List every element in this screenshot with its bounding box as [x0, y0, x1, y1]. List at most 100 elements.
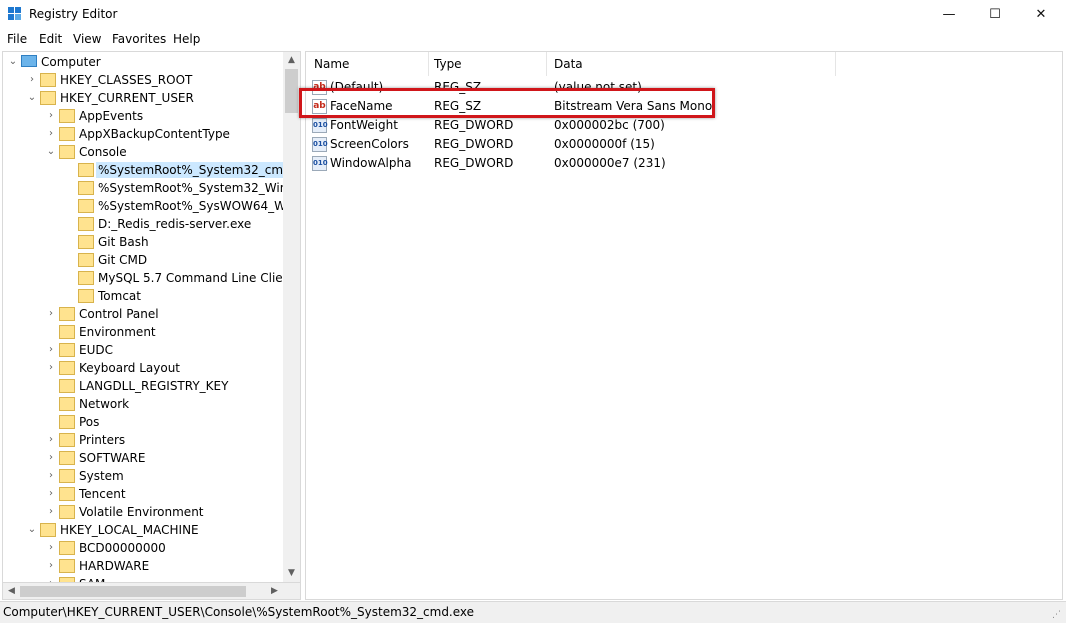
tree-node[interactable]: MySQL 5.7 Command Line Client - Unicode — [3, 269, 300, 287]
key-tree[interactable]: ⌄ Computer › HKEY_CLASSES_ROOT ⌄ HKEY_CURRENT… — [2, 51, 301, 583]
value-row[interactable]: 010 FontWeight REG_DWORD 0x000002bc (700) — [312, 116, 1052, 135]
dword-value-icon: 010 — [312, 118, 328, 133]
tree-node[interactable]: Network — [3, 395, 283, 413]
tree-node[interactable]: › Printers — [3, 431, 283, 449]
tree-node-label: EUDC — [79, 343, 113, 357]
folder-icon — [78, 289, 94, 303]
chevron-down-icon[interactable]: ⌄ — [7, 54, 19, 70]
tree-node[interactable]: › HKEY_CLASSES_ROOT — [3, 71, 283, 89]
tree-node-label: HKEY_CLASSES_ROOT — [60, 73, 193, 87]
folder-icon — [59, 541, 75, 555]
chevron-right-icon[interactable]: › — [45, 432, 57, 448]
chevron-right-icon[interactable]: › — [45, 306, 57, 322]
chevron-right-icon[interactable]: › — [45, 342, 57, 358]
tree-node-label: Keyboard Layout — [79, 361, 181, 375]
tree-node-label: AppEvents — [79, 109, 144, 123]
menu-edit[interactable]: Edit — [39, 32, 62, 46]
folder-icon — [78, 181, 94, 195]
scroll-left-arrow-icon[interactable]: ◀ — [3, 583, 20, 600]
tree-node[interactable]: ⌄ HKEY_CURRENT_USER — [3, 89, 283, 107]
tree-node-label: Tomcat — [98, 289, 141, 303]
close-button[interactable]: ✕ — [1018, 0, 1064, 30]
scroll-down-arrow-icon[interactable]: ▼ — [283, 565, 300, 582]
tree-node[interactable]: › BCD00000000 — [3, 539, 283, 557]
value-name: FontWeight — [330, 118, 398, 132]
tree-node-label: %SystemRoot%_SysWOW64_WindowsPowerShell — [98, 199, 300, 213]
dword-value-icon: 010 — [312, 137, 328, 152]
minimize-button[interactable]: — — [926, 0, 972, 30]
chevron-down-icon[interactable]: ⌄ — [26, 90, 38, 106]
folder-icon — [59, 307, 75, 321]
tree-node-label: Git Bash — [98, 235, 149, 249]
tree-node[interactable]: D:_Redis_redis-server.exe — [3, 215, 283, 233]
folder-icon — [59, 325, 75, 339]
menu-help[interactable]: Help — [173, 32, 200, 46]
tree-node[interactable]: › Keyboard Layout — [3, 359, 283, 377]
chevron-right-icon[interactable]: › — [45, 108, 57, 124]
chevron-right-icon[interactable]: › — [45, 504, 57, 520]
tree-node[interactable]: ⌄ Computer — [3, 53, 283, 71]
folder-icon — [78, 271, 94, 285]
tree-node[interactable]: › EUDC — [3, 341, 283, 359]
tree-node[interactable]: %SystemRoot%_SysWOW64_WindowsPowerShell — [3, 197, 300, 215]
tree-node[interactable]: %SystemRoot%_System32_WindowsPowerShell — [3, 179, 300, 197]
values-list[interactable]: Name Type Data ab (Default) REG_SZ (value n… — [305, 51, 1063, 600]
folder-icon — [59, 451, 75, 465]
column-header-name[interactable]: Name — [306, 52, 429, 76]
menu-favorites[interactable]: Favorites — [112, 32, 166, 46]
folder-icon — [59, 361, 75, 375]
column-header-type[interactable]: Type — [426, 52, 547, 76]
resize-grip-icon[interactable]: ⋰ — [1052, 610, 1062, 620]
tree-node[interactable]: ⌄ Console — [3, 143, 283, 161]
tree-node[interactable]: › SAM — [3, 575, 283, 582]
chevron-right-icon[interactable]: › — [45, 486, 57, 502]
tree-node-label: Computer — [41, 55, 101, 69]
tree-node[interactable]: %SystemRoot%_System32_cmd.exe — [3, 161, 300, 179]
scroll-right-arrow-icon[interactable]: ▶ — [266, 583, 283, 600]
folder-icon — [59, 433, 75, 447]
value-row[interactable]: 010 WindowAlpha REG_DWORD 0x000000e7 (231) — [312, 154, 1052, 173]
tree-node[interactable]: › Tencent — [3, 485, 283, 503]
chevron-right-icon[interactable]: › — [45, 468, 57, 484]
folder-icon — [40, 91, 56, 105]
chevron-right-icon[interactable]: › — [45, 558, 57, 574]
chevron-down-icon[interactable]: ⌄ — [26, 522, 38, 538]
column-header-data[interactable]: Data — [546, 52, 836, 76]
maximize-button[interactable]: ☐ — [972, 0, 1018, 30]
tree-node-label: Pos — [79, 415, 100, 429]
chevron-right-icon[interactable]: › — [45, 540, 57, 556]
scroll-up-arrow-icon[interactable]: ▲ — [283, 52, 300, 69]
chevron-down-icon[interactable]: ⌄ — [45, 144, 57, 160]
tree-node[interactable]: ⌄ HKEY_LOCAL_MACHINE — [3, 521, 283, 539]
tree-node[interactable]: LANGDLL_REGISTRY_KEY — [3, 377, 283, 395]
chevron-right-icon[interactable]: › — [45, 576, 57, 582]
chevron-right-icon[interactable]: › — [26, 72, 38, 88]
menu-file[interactable]: File — [7, 32, 27, 46]
tree-node-label: MySQL 5.7 Command Line Client - Unicode — [98, 271, 300, 285]
tree-node[interactable]: Git CMD — [3, 251, 283, 269]
tree-node[interactable]: Tomcat — [3, 287, 283, 305]
chevron-right-icon[interactable]: › — [45, 360, 57, 376]
tree-scroll-thumb[interactable] — [285, 69, 298, 113]
tree-vertical-scrollbar[interactable]: ▲ ▼ — [283, 52, 300, 582]
tree-node[interactable]: › AppEvents — [3, 107, 283, 125]
tree-node[interactable]: › SOFTWARE — [3, 449, 283, 467]
tree-node[interactable]: › AppXBackupContentType — [3, 125, 283, 143]
tree-horizontal-scrollbar[interactable]: ◀ ▶ — [2, 583, 301, 600]
tree-node[interactable]: Pos — [3, 413, 283, 431]
tree-node[interactable]: › System — [3, 467, 283, 485]
value-type: REG_DWORD — [434, 137, 514, 151]
value-row[interactable]: 010 ScreenColors REG_DWORD 0x0000000f (15) — [312, 135, 1052, 154]
chevron-right-icon[interactable]: › — [45, 126, 57, 142]
tree-node-label: Git CMD — [98, 253, 148, 267]
tree-node[interactable]: › Volatile Environment — [3, 503, 283, 521]
tree-hscroll-thumb[interactable] — [20, 586, 246, 597]
tree-node[interactable]: › HARDWARE — [3, 557, 283, 575]
tree-node[interactable]: Environment — [3, 323, 283, 341]
tree-node-label: Network — [79, 397, 130, 411]
tree-node[interactable]: › Control Panel — [3, 305, 283, 323]
chevron-right-icon[interactable]: › — [45, 450, 57, 466]
menu-view[interactable]: View — [73, 32, 101, 46]
tree-node-label: Console — [79, 145, 127, 159]
tree-node[interactable]: Git Bash — [3, 233, 283, 251]
